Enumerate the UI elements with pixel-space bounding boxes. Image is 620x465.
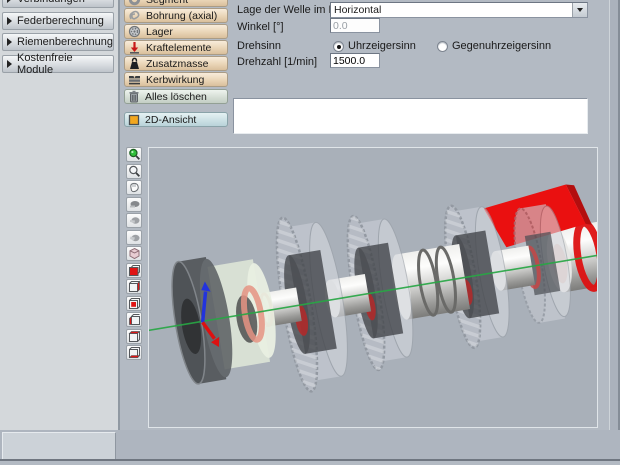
rotate-hand-tool[interactable]	[126, 180, 142, 195]
button-label: Bohrung (axial)	[146, 10, 217, 22]
view-top-tool[interactable]	[126, 329, 142, 344]
pan-tool-3[interactable]	[126, 230, 142, 245]
button-label: 2D-Ansicht	[145, 114, 196, 126]
sidebar-item-federberechnung[interactable]: Federberechnung	[2, 12, 114, 30]
zusatzmasse-button[interactable]: Zusatzmasse	[124, 56, 228, 71]
view-right-tool[interactable]	[126, 279, 142, 294]
view-back-tool[interactable]	[126, 296, 142, 311]
radio-counterclockwise[interactable]	[437, 41, 448, 52]
bohrung-axial-button[interactable]: Bohrung (axial)	[124, 8, 228, 23]
kraftelemente-button[interactable]: Kraftelemente	[124, 40, 228, 55]
magnifier-icon	[128, 165, 141, 178]
pan-icon	[128, 231, 141, 244]
view-front-tool[interactable]	[126, 263, 142, 278]
view-bottom-tool[interactable]	[126, 345, 142, 360]
chevron-right-icon	[7, 0, 12, 3]
sidebar-item-verbindungen[interactable]: Verbindungen	[2, 0, 114, 8]
radio-clockwise[interactable]	[333, 41, 344, 52]
pan-icon	[128, 214, 141, 227]
cube-top-icon	[128, 330, 141, 343]
clear-all-button[interactable]: Alles löschen	[124, 89, 228, 104]
lager-button[interactable]: Lager	[124, 24, 228, 39]
iso-view-tool[interactable]	[126, 246, 142, 261]
button-label: Kerbwirkung	[146, 74, 204, 86]
module-sidebar: Verbindungen Federberechnung Riemenberec…	[0, 0, 120, 460]
trash-icon	[128, 90, 140, 103]
shaft-3d-model	[149, 148, 597, 427]
2d-view-icon	[128, 114, 140, 126]
view-2d-button[interactable]: 2D-Ansicht	[124, 112, 228, 127]
zoom-in-icon	[128, 148, 141, 161]
cube-front-icon	[128, 264, 141, 277]
selected-option: Horizontal	[331, 4, 572, 16]
button-label: Alles löschen	[145, 91, 207, 103]
button-label: Kraftelemente	[146, 42, 211, 54]
hand-icon	[128, 181, 141, 194]
force-arrow-icon	[128, 41, 141, 54]
sidebar-item-kostenfreie-module[interactable]: Kostenfreie Module	[2, 55, 114, 73]
radio-clockwise-label: Uhrzeigersinn	[348, 40, 416, 52]
pan-tool-1[interactable]	[126, 197, 142, 212]
chevron-right-icon	[7, 38, 12, 46]
chevron-right-icon	[7, 60, 12, 68]
rotation-direction-label: Drehsinn	[237, 40, 281, 52]
bore-icon	[128, 9, 141, 22]
pan-tool-2[interactable]	[126, 213, 142, 228]
chevron-down-icon	[577, 8, 583, 12]
chevron-right-icon	[7, 17, 12, 25]
dropdown-arrow-button[interactable]	[572, 3, 587, 17]
sidebar-item-label: Verbindungen	[17, 0, 85, 5]
shaft-orientation-select[interactable]: Horizontal	[330, 2, 588, 18]
kerbwirkung-button[interactable]: Kerbwirkung	[124, 72, 228, 87]
button-label: Segment	[146, 0, 188, 6]
sidebar-item-label: Federberechnung	[17, 15, 104, 27]
cube-bottom-icon	[128, 346, 141, 359]
mass-weight-icon	[128, 57, 141, 70]
speed-label: Drehzahl [1/min]	[237, 56, 317, 68]
angle-label: Winkel [°]	[237, 21, 284, 33]
pan-icon	[128, 198, 141, 211]
notch-icon	[128, 73, 141, 86]
radio-counterclockwise-label: Gegenuhrzeigersinn	[452, 40, 551, 52]
angle-input[interactable]	[330, 18, 380, 33]
sidebar-item-riemenberechnung[interactable]: Riemenberechnung	[2, 33, 114, 51]
iso-cube-icon	[128, 247, 141, 260]
sidebar-item-label: Kostenfreie Module	[17, 52, 109, 76]
button-label: Lager	[146, 26, 173, 38]
info-box	[233, 98, 588, 134]
cube-back-icon	[128, 297, 141, 310]
status-box	[2, 432, 116, 460]
zoom-window-tool[interactable]	[126, 164, 142, 179]
status-bar	[0, 430, 620, 460]
cube-right-icon	[128, 280, 141, 293]
model-3d-viewport[interactable]	[148, 147, 598, 428]
window-bottom-strip	[0, 461, 620, 465]
segment-button[interactable]: Segment	[124, 0, 228, 7]
right-margin-strip	[610, 0, 620, 460]
zoom-in-tool[interactable]	[126, 147, 142, 162]
cube-left-icon	[128, 313, 141, 326]
view-left-tool[interactable]	[126, 312, 142, 327]
sidebar-item-label: Riemenberechnung	[17, 36, 113, 48]
button-label: Zusatzmasse	[146, 58, 208, 70]
bearing-icon	[128, 25, 141, 38]
speed-input[interactable]	[330, 53, 380, 68]
segment-icon	[128, 0, 141, 6]
